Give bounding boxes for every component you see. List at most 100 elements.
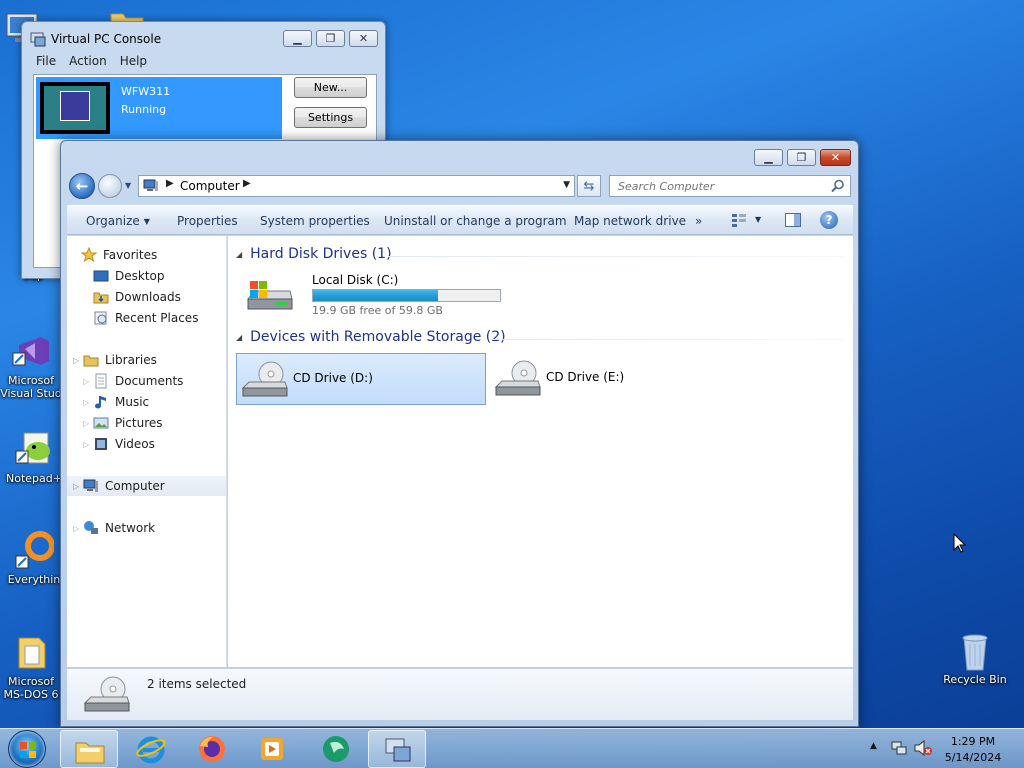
nav-item-libraries[interactable]: ▷ Libraries [73, 350, 157, 370]
help-button[interactable]: ? [820, 211, 838, 229]
nav-label: Network [105, 521, 156, 535]
expand-arrow-icon[interactable]: ▷ [83, 440, 93, 449]
expand-arrow-icon[interactable]: ▷ [83, 419, 93, 428]
properties-button[interactable]: Properties [177, 214, 238, 228]
back-button[interactable]: ← [69, 173, 95, 199]
breadcrumb-computer[interactable]: Computer [180, 179, 240, 193]
selection-status: 2 items selected [147, 677, 247, 691]
title-bar[interactable]: Virtual PC Console ▁ ❐ ✕ [22, 22, 385, 52]
uninstall-program-button[interactable]: Uninstall or change a program [384, 214, 567, 228]
nav-item-videos[interactable]: ▷ Videos [83, 434, 155, 454]
nav-label: Pictures [115, 416, 163, 430]
videos-icon [95, 438, 107, 450]
recent-pages-dropdown[interactable]: ▼ [125, 181, 131, 190]
settings-button[interactable]: Settings [294, 107, 367, 128]
clock[interactable]: 1:29 PM 5/14/2024 [940, 734, 1006, 766]
map-network-drive-button[interactable]: Map network drive [574, 214, 686, 228]
organize-label: Organize [86, 214, 140, 228]
search-input[interactable] [610, 176, 825, 196]
taskbar-green-app[interactable] [307, 730, 365, 768]
desktop-icon-label: Microsof [8, 675, 54, 688]
nav-item-recent-places[interactable]: Recent Places [93, 308, 198, 328]
windows-logo-icon [60, 91, 90, 121]
local-disk-icon [247, 281, 293, 310]
breadcrumb-chevron-icon[interactable]: ▶ [166, 178, 174, 189]
nav-label: Videos [115, 437, 155, 451]
search-box[interactable] [609, 175, 851, 197]
nav-item-network[interactable]: ▷ Network [73, 518, 155, 538]
menu-bar: File Action Help [22, 52, 385, 70]
group-header-hard-disk-drives[interactable]: ◢ Hard Disk Drives (1) [236, 246, 392, 262]
drive-capacity-bar [312, 289, 501, 302]
collapse-icon[interactable]: ◢ [236, 333, 242, 342]
change-view-icon[interactable] [731, 213, 747, 227]
close-button[interactable]: ✕ [349, 30, 378, 47]
desktop-icon-msdos[interactable]: Microsof MS-DOS 6 [0, 632, 68, 701]
libraries-icon [83, 355, 99, 367]
group-header-removable-storage[interactable]: ◢ Devices with Removable Storage (2) [236, 329, 506, 345]
minimize-button[interactable]: ▁ [754, 149, 783, 166]
drive-tile-e[interactable]: CD Drive (E:) [490, 353, 740, 405]
nav-item-downloads[interactable]: Downloads [93, 287, 181, 307]
maximize-button[interactable]: ❐ [787, 149, 816, 166]
windows-logo-icon [20, 742, 36, 758]
drive-tile-c[interactable]: Local Disk (C:) 19.9 GB free of 59.8 GB [242, 267, 512, 321]
forward-button[interactable] [98, 174, 122, 198]
volume-muted-icon[interactable] [914, 740, 932, 756]
address-history-dropdown[interactable]: ▼ [563, 180, 570, 190]
expand-arrow-icon[interactable]: ▷ [73, 356, 83, 365]
star-icon [81, 247, 97, 263]
close-button[interactable]: ✕ [820, 149, 851, 166]
explorer-window[interactable]: ▁ ❐ ✕ ← ▼ ▶ Computer ▶ ▼ ⇆ Organize▼ Pro… [60, 140, 859, 727]
close-icon: ✕ [830, 151, 841, 164]
new-button[interactable]: New... [294, 77, 367, 98]
taskbar-explorer[interactable] [60, 730, 118, 768]
view-options-dropdown[interactable]: ▼ [755, 215, 761, 224]
minimize-button[interactable]: ▁ [283, 30, 312, 47]
pictures-icon [93, 417, 109, 429]
nav-item-documents[interactable]: ▷ Documents [83, 371, 183, 391]
network-status-icon[interactable] [891, 740, 907, 756]
taskbar-media-player[interactable] [243, 730, 301, 768]
nav-item-desktop[interactable]: Desktop [93, 266, 165, 286]
desktop-icon-label: Microsof [8, 374, 54, 387]
expand-arrow-icon[interactable]: ▷ [73, 524, 83, 533]
vm-list-item[interactable]: WFW311 Running [36, 77, 282, 139]
collapse-icon[interactable]: ◢ [236, 250, 242, 259]
taskbar-internet-explorer[interactable] [122, 730, 180, 768]
mouse-cursor-icon [953, 533, 967, 553]
expand-arrow-icon[interactable]: ▷ [83, 377, 93, 386]
organize-button[interactable]: Organize ▼ [86, 214, 150, 228]
restore-button[interactable]: ❐ [316, 30, 345, 47]
menu-file[interactable]: File [36, 54, 56, 68]
restore-icon: ❐ [325, 32, 336, 45]
expand-arrow-icon[interactable]: ▷ [73, 482, 83, 491]
address-bar[interactable]: ▶ Computer ▶ ▼ [138, 175, 575, 197]
nav-item-favorites[interactable]: Favorites [81, 245, 157, 265]
music-icon [95, 396, 106, 409]
refresh-button[interactable]: ⇆ [577, 175, 601, 197]
menu-help[interactable]: Help [120, 54, 147, 68]
recycle-bin-icon [955, 630, 995, 671]
nav-item-pictures[interactable]: ▷ Pictures [83, 413, 163, 433]
expand-arrow-icon[interactable]: ▷ [83, 398, 93, 407]
more-commands-button[interactable]: » [695, 214, 702, 228]
media-player-icon [261, 738, 283, 760]
preview-pane-button[interactable] [785, 213, 801, 227]
desktop-icon-recycle-bin[interactable]: Recycle Bin [938, 630, 1012, 686]
firefox-icon [199, 736, 225, 762]
show-hidden-icons-button[interactable]: ▲ [870, 741, 877, 751]
menu-action[interactable]: Action [69, 54, 107, 68]
taskbar-virtual-pc[interactable] [368, 730, 426, 768]
nav-label: Favorites [103, 248, 158, 262]
taskbar-firefox[interactable] [183, 730, 241, 768]
refresh-icon: ⇆ [583, 178, 595, 194]
desktop-icon-visual-studio[interactable]: Microsof Visual Stud [0, 331, 68, 400]
system-properties-button[interactable]: System properties [260, 214, 370, 228]
breadcrumb-chevron-icon[interactable]: ▶ [243, 178, 251, 189]
drive-tile-d[interactable]: CD Drive (D:) [236, 353, 486, 405]
start-button[interactable] [8, 730, 46, 768]
window-title: Virtual PC Console [51, 32, 162, 46]
nav-item-music[interactable]: ▷ Music [83, 392, 149, 412]
nav-item-computer[interactable]: ▷ Computer [67, 476, 226, 496]
